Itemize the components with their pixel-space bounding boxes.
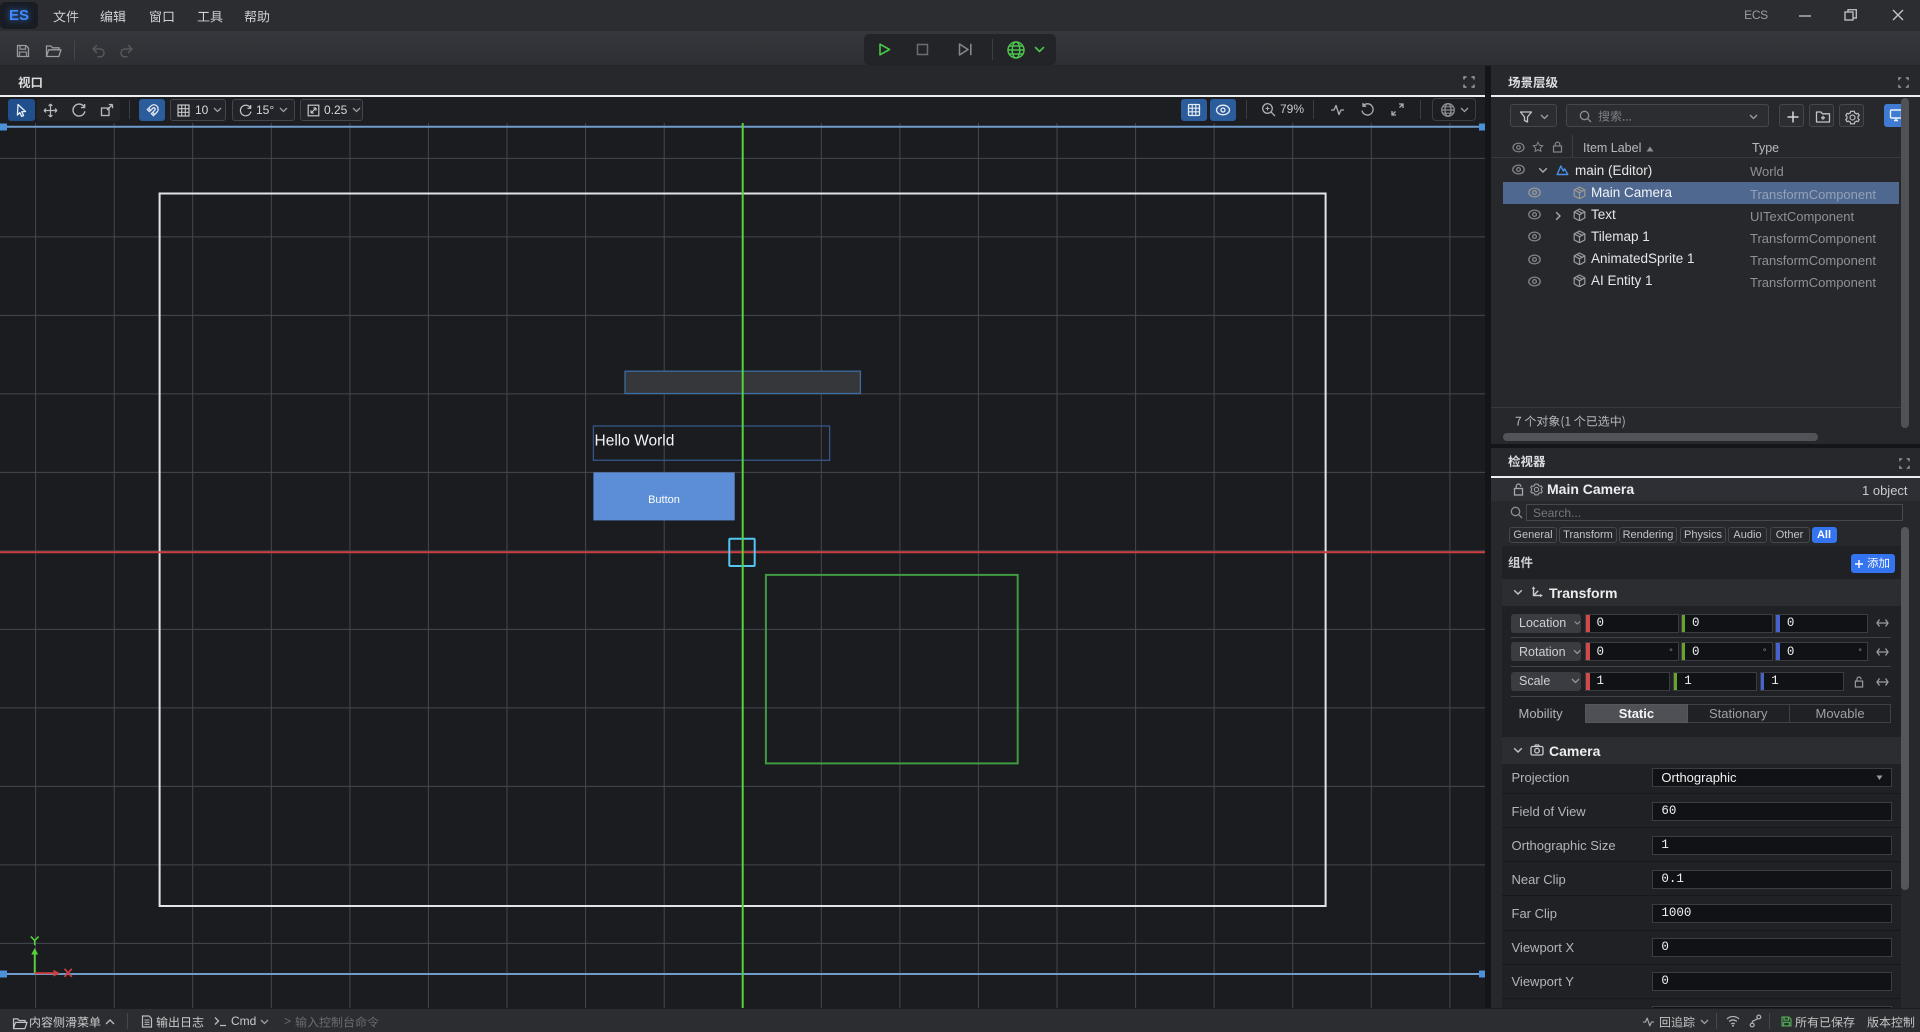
svg-text:Button: Button	[648, 494, 680, 506]
svg-text:Hello World: Hello World	[595, 433, 675, 450]
